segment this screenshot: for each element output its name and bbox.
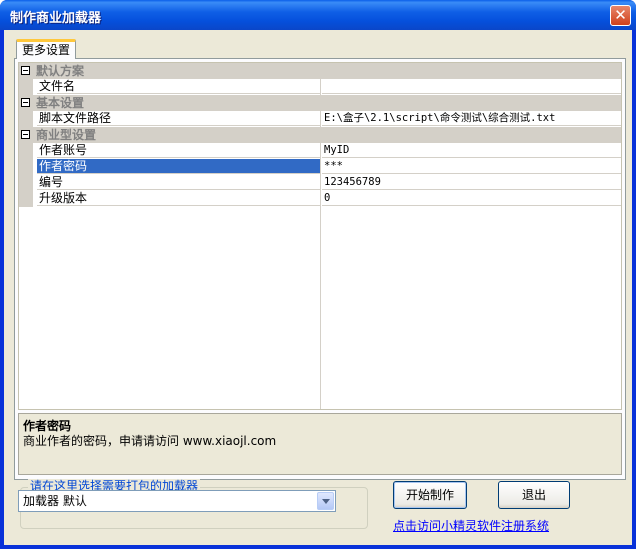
property-name: 脚本文件路径	[37, 111, 320, 126]
collapse-icon[interactable]	[21, 66, 30, 75]
main-window: 制作商业加载器 ✕ 更多设置 默认方案 文件名 基本设置 脚本文件路径 E:\盒…	[0, 0, 636, 549]
client-area: 更多设置 默认方案 文件名 基本设置 脚本文件路径 E:\盒子\2.1\scri…	[4, 30, 632, 545]
help-panel: 作者密码 商业作者的密码，申请请访问 www.xiaojl.com	[18, 413, 622, 475]
tab-more-settings[interactable]: 更多设置	[16, 39, 76, 59]
category-row[interactable]: 默认方案	[19, 63, 621, 79]
category-label: 基本设置	[36, 96, 85, 110]
property-name: 作者密码	[37, 159, 320, 174]
chevron-down-icon[interactable]	[317, 492, 334, 510]
property-row[interactable]: 脚本文件路径 E:\盒子\2.1\script\命令测试\综合测试.txt	[19, 111, 621, 127]
start-button[interactable]: 开始制作	[393, 481, 467, 509]
tab-panel: 默认方案 文件名 基本设置 脚本文件路径 E:\盒子\2.1\script\命令…	[14, 58, 626, 480]
title-bar[interactable]: 制作商业加载器 ✕	[0, 0, 636, 30]
property-value[interactable]: 123456789	[322, 175, 621, 190]
property-row[interactable]: 作者账号 MyID	[19, 143, 621, 159]
property-value[interactable]: ***	[322, 159, 621, 174]
property-value[interactable]: 0	[322, 191, 621, 206]
exit-button[interactable]: 退出	[498, 481, 570, 509]
property-name: 升级版本	[37, 191, 320, 206]
close-button[interactable]: ✕	[610, 5, 631, 26]
property-name: 作者账号	[37, 143, 320, 158]
property-row-selected[interactable]: 作者密码 ***	[19, 159, 621, 175]
close-icon: ✕	[614, 6, 627, 24]
property-name: 编号	[37, 175, 320, 190]
collapse-icon[interactable]	[21, 98, 30, 107]
property-name: 文件名	[37, 79, 320, 94]
window-title: 制作商业加载器	[10, 11, 102, 26]
collapse-icon[interactable]	[21, 130, 30, 139]
column-divider[interactable]	[320, 207, 321, 409]
property-row[interactable]: 编号 123456789	[19, 175, 621, 191]
property-row[interactable]: 文件名	[19, 79, 621, 95]
category-label: 默认方案	[36, 64, 85, 78]
loader-select[interactable]: 加载器 默认	[18, 490, 336, 512]
category-row[interactable]: 基本设置	[19, 95, 621, 111]
category-row[interactable]: 商业型设置	[19, 127, 621, 143]
category-label: 商业型设置	[36, 128, 97, 142]
property-value[interactable]: MyID	[322, 143, 621, 158]
help-description: 商业作者的密码，申请请访问 www.xiaojl.com	[23, 434, 277, 448]
property-row[interactable]: 升级版本 0	[19, 191, 621, 207]
register-link[interactable]: 点击访问小精灵软件注册系统	[393, 517, 549, 534]
property-value[interactable]	[322, 79, 621, 94]
property-value[interactable]: E:\盒子\2.1\script\命令测试\综合测试.txt	[322, 111, 621, 126]
property-grid[interactable]: 默认方案 文件名 基本设置 脚本文件路径 E:\盒子\2.1\script\命令…	[18, 62, 622, 410]
loader-select-value: 加载器 默认	[23, 494, 87, 508]
